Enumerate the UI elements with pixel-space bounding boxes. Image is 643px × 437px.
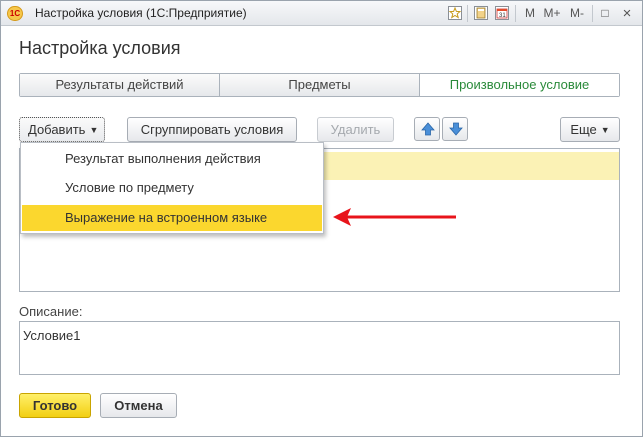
- svg-text:31: 31: [499, 13, 506, 19]
- memory-plus-button[interactable]: M+: [542, 4, 562, 23]
- calculator-icon[interactable]: [474, 6, 488, 20]
- memory-minus-button[interactable]: M-: [567, 4, 587, 23]
- arrow-up-icon: [421, 122, 435, 136]
- move-down-button[interactable]: [442, 117, 468, 141]
- more-button[interactable]: Еще ▼: [560, 117, 620, 142]
- group-conditions-button[interactable]: Сгруппировать условия: [127, 117, 297, 142]
- toolbar-separator: [515, 5, 516, 22]
- title-bar: 1С Настройка условия (1С:Предприятие) 31…: [1, 1, 642, 26]
- page-title: Настройка условия: [19, 38, 181, 58]
- add-button-label: Добавить: [28, 122, 86, 137]
- tab-custom-condition[interactable]: Произвольное условие: [420, 74, 619, 96]
- tab-subjects[interactable]: Предметы: [220, 74, 420, 96]
- add-button[interactable]: Добавить ▼: [19, 117, 105, 142]
- calendar-icon[interactable]: 31: [495, 6, 509, 20]
- tab-action-results[interactable]: Результаты действий: [20, 74, 220, 96]
- description-label: Описание:: [19, 304, 83, 319]
- chevron-down-icon: ▼: [89, 125, 99, 135]
- done-button[interactable]: Готово: [19, 393, 91, 418]
- favorite-icon[interactable]: [448, 6, 462, 20]
- app-logo-icon: 1С: [7, 6, 23, 21]
- toolbar-separator: [467, 5, 468, 22]
- tab-bar: Результаты действий Предметы Произвольно…: [19, 73, 620, 97]
- annotation-arrow-icon: [333, 208, 456, 226]
- menu-item-builtin-expression[interactable]: Выражение на встроенном языке: [22, 205, 322, 231]
- move-up-button[interactable]: [414, 117, 440, 141]
- memory-button[interactable]: M: [523, 4, 537, 23]
- menu-item-action-result[interactable]: Результат выполнения действия: [22, 146, 322, 172]
- toolbar-separator: [592, 5, 593, 22]
- add-dropdown-menu: Результат выполнения действия Условие по…: [20, 142, 324, 234]
- more-button-label: Еще: [570, 122, 597, 137]
- chevron-down-icon: ▼: [600, 125, 610, 135]
- window-title: Настройка условия (1С:Предприятие): [35, 6, 247, 20]
- arrow-down-icon: [449, 122, 463, 136]
- close-window-icon[interactable]: ×: [619, 4, 635, 23]
- menu-item-subject-condition[interactable]: Условие по предмету: [22, 175, 322, 201]
- cancel-button[interactable]: Отмена: [100, 393, 177, 418]
- restore-window-icon[interactable]: □: [598, 4, 612, 23]
- delete-button[interactable]: Удалить: [317, 117, 394, 142]
- dialog-window: 1С Настройка условия (1С:Предприятие) 31…: [0, 0, 643, 437]
- description-field[interactable]: Условие1: [19, 321, 620, 375]
